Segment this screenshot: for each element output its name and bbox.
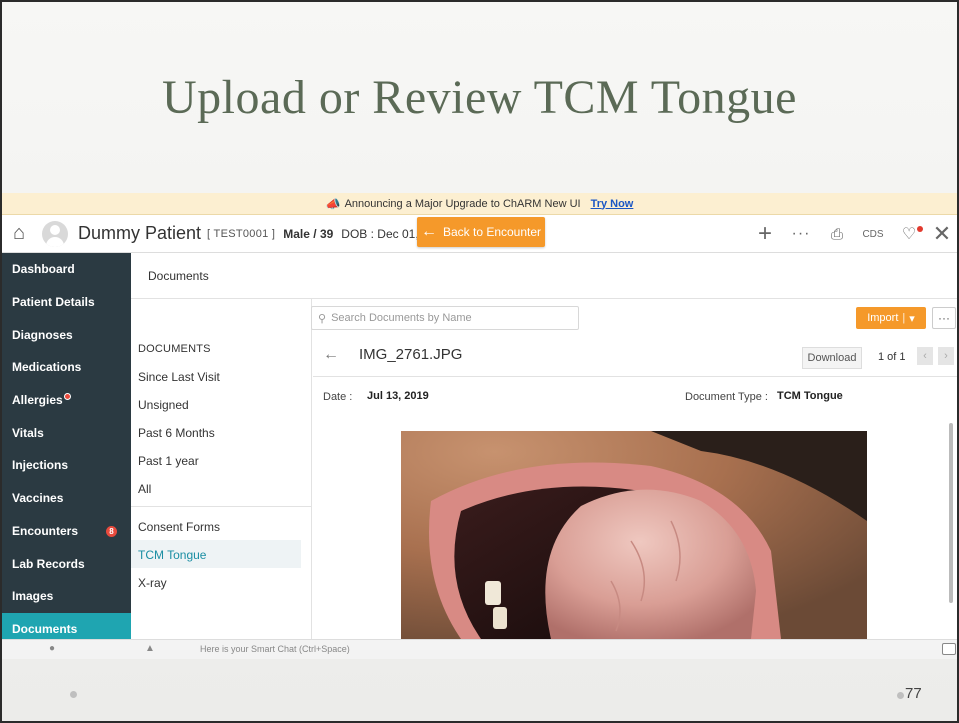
filter-since-last-visit[interactable]: Since Last Visit	[138, 370, 220, 384]
megaphone-icon: 📣	[325, 196, 341, 211]
date-label: Date :	[323, 391, 353, 403]
filter-unsigned[interactable]: Unsigned	[138, 398, 189, 412]
sidebar: Dashboard Patient Details Diagnoses Medi…	[2, 253, 131, 646]
plus-icon[interactable]: +	[747, 220, 783, 248]
back-to-encounter-label: Back to Encounter	[442, 225, 542, 239]
patient-gender-age: Male / 39	[283, 226, 334, 241]
filter-past-6-months[interactable]: Past 6 Months	[138, 426, 215, 440]
documents-section-title: DOCUMENTS	[138, 343, 211, 355]
more-horizontal-icon[interactable]: ···	[783, 225, 819, 243]
filter-past-1-year[interactable]: Past 1 year	[138, 454, 199, 468]
sidebar-item-images[interactable]: Images	[2, 580, 131, 613]
separator: |	[902, 312, 906, 324]
user-icon[interactable]: ▲	[145, 643, 155, 654]
encounters-count-badge: 8	[106, 525, 117, 537]
chat-icon[interactable]: ●	[49, 643, 55, 654]
tongue-photo	[401, 431, 867, 639]
sidebar-item-lab-records[interactable]: Lab Records	[2, 547, 131, 580]
sidebar-item-diagnoses[interactable]: Diagnoses	[2, 318, 131, 351]
avatar	[42, 220, 68, 247]
more-options-button[interactable]: ···	[932, 307, 956, 329]
try-now-link[interactable]: Try Now	[591, 198, 634, 210]
home-icon[interactable]: ⌂	[6, 221, 32, 247]
slide-bullet	[70, 691, 77, 698]
document-type-value: TCM Tongue	[777, 390, 843, 402]
search-icon: ⚲	[318, 312, 327, 325]
pager-text: 1 of 1	[878, 351, 906, 363]
bell-icon[interactable]: ♡	[891, 224, 927, 244]
slide-title: Upload or Review TCM Tongue	[162, 71, 797, 124]
date-value: Jul 13, 2019	[367, 390, 429, 402]
sidebar-item-encounters[interactable]: Encounters 8	[2, 515, 131, 548]
document-type-label: Document Type :	[685, 391, 768, 403]
category-consent-forms[interactable]: Consent Forms	[138, 520, 220, 534]
keyboard-icon[interactable]	[942, 643, 956, 655]
announcement-text: Announcing a Major Upgrade to ChARM New …	[344, 197, 581, 210]
smart-chat-bar: ● ▲ Here is your Smart Chat (Ctrl+Space)	[2, 639, 957, 659]
tooth	[493, 607, 507, 629]
sidebar-item-injections[interactable]: Injections	[2, 449, 131, 482]
documents-panel: Documents DOCUMENTS Since Last Visit Uns…	[131, 253, 957, 639]
next-page-icon[interactable]: ›	[938, 347, 954, 365]
back-to-encounter-button[interactable]: ← Back to Encounter	[417, 217, 545, 247]
tooth	[485, 581, 501, 605]
back-arrow-icon[interactable]: ←	[323, 346, 339, 364]
chevron-down-icon: ▾	[909, 312, 915, 325]
page-title: Documents	[131, 253, 957, 299]
smart-chat-input[interactable]: Here is your Smart Chat (Ctrl+Space)	[200, 644, 350, 654]
charm-app-window: 📣 Announcing a Major Upgrade to ChARM Ne…	[2, 193, 957, 659]
arrow-left-icon: ←	[420, 223, 437, 240]
document-viewer-toolbar: ← IMG_2761.JPG Download 1 of 1 ‹ ›	[313, 337, 957, 377]
patient-name[interactable]: Dummy Patient	[78, 223, 201, 244]
alert-dot	[63, 392, 71, 400]
sidebar-item-dashboard[interactable]: Dashboard	[2, 253, 131, 286]
patient-bar: ⌂ Dummy Patient [ TEST0001 ] Male / 39 D…	[2, 215, 957, 253]
cds-button[interactable]: CDS	[855, 229, 891, 240]
search-field[interactable]	[331, 312, 562, 324]
search-documents-input[interactable]: ⚲	[311, 306, 579, 330]
documents-filter-pane: DOCUMENTS Since Last Visit Unsigned Past…	[131, 299, 312, 639]
sidebar-item-allergies[interactable]: Allergies	[2, 384, 131, 417]
patient-id: [ TEST0001 ]	[207, 227, 276, 240]
sidebar-item-medications[interactable]: Medications	[2, 351, 131, 384]
announcement-banner: 📣 Announcing a Major Upgrade to ChARM Ne…	[2, 193, 957, 215]
top-action-icons: + ··· ⎙ CDS ♡ ✕	[747, 215, 957, 253]
divider	[131, 506, 312, 507]
category-x-ray[interactable]: X-ray	[138, 576, 167, 590]
slide-bullet	[897, 692, 904, 699]
viewer-scrollbar[interactable]	[949, 423, 953, 603]
clipboard-icon[interactable]: ⎙	[819, 226, 855, 243]
close-icon[interactable]: ✕	[927, 221, 957, 247]
import-button[interactable]: Import | ▾	[856, 307, 926, 329]
category-tcm-tongue[interactable]: TCM Tongue	[138, 548, 206, 562]
filter-all[interactable]: All	[138, 482, 151, 496]
download-button[interactable]: Download	[802, 347, 862, 369]
slide-page-number: 77	[905, 685, 922, 702]
document-file-name: IMG_2761.JPG	[359, 346, 463, 363]
sidebar-item-vaccines[interactable]: Vaccines	[2, 482, 131, 515]
sidebar-item-patient-details[interactable]: Patient Details	[2, 286, 131, 319]
sidebar-item-vitals[interactable]: Vitals	[2, 416, 131, 449]
prev-page-icon[interactable]: ‹	[917, 347, 933, 365]
notification-dot	[917, 226, 923, 232]
